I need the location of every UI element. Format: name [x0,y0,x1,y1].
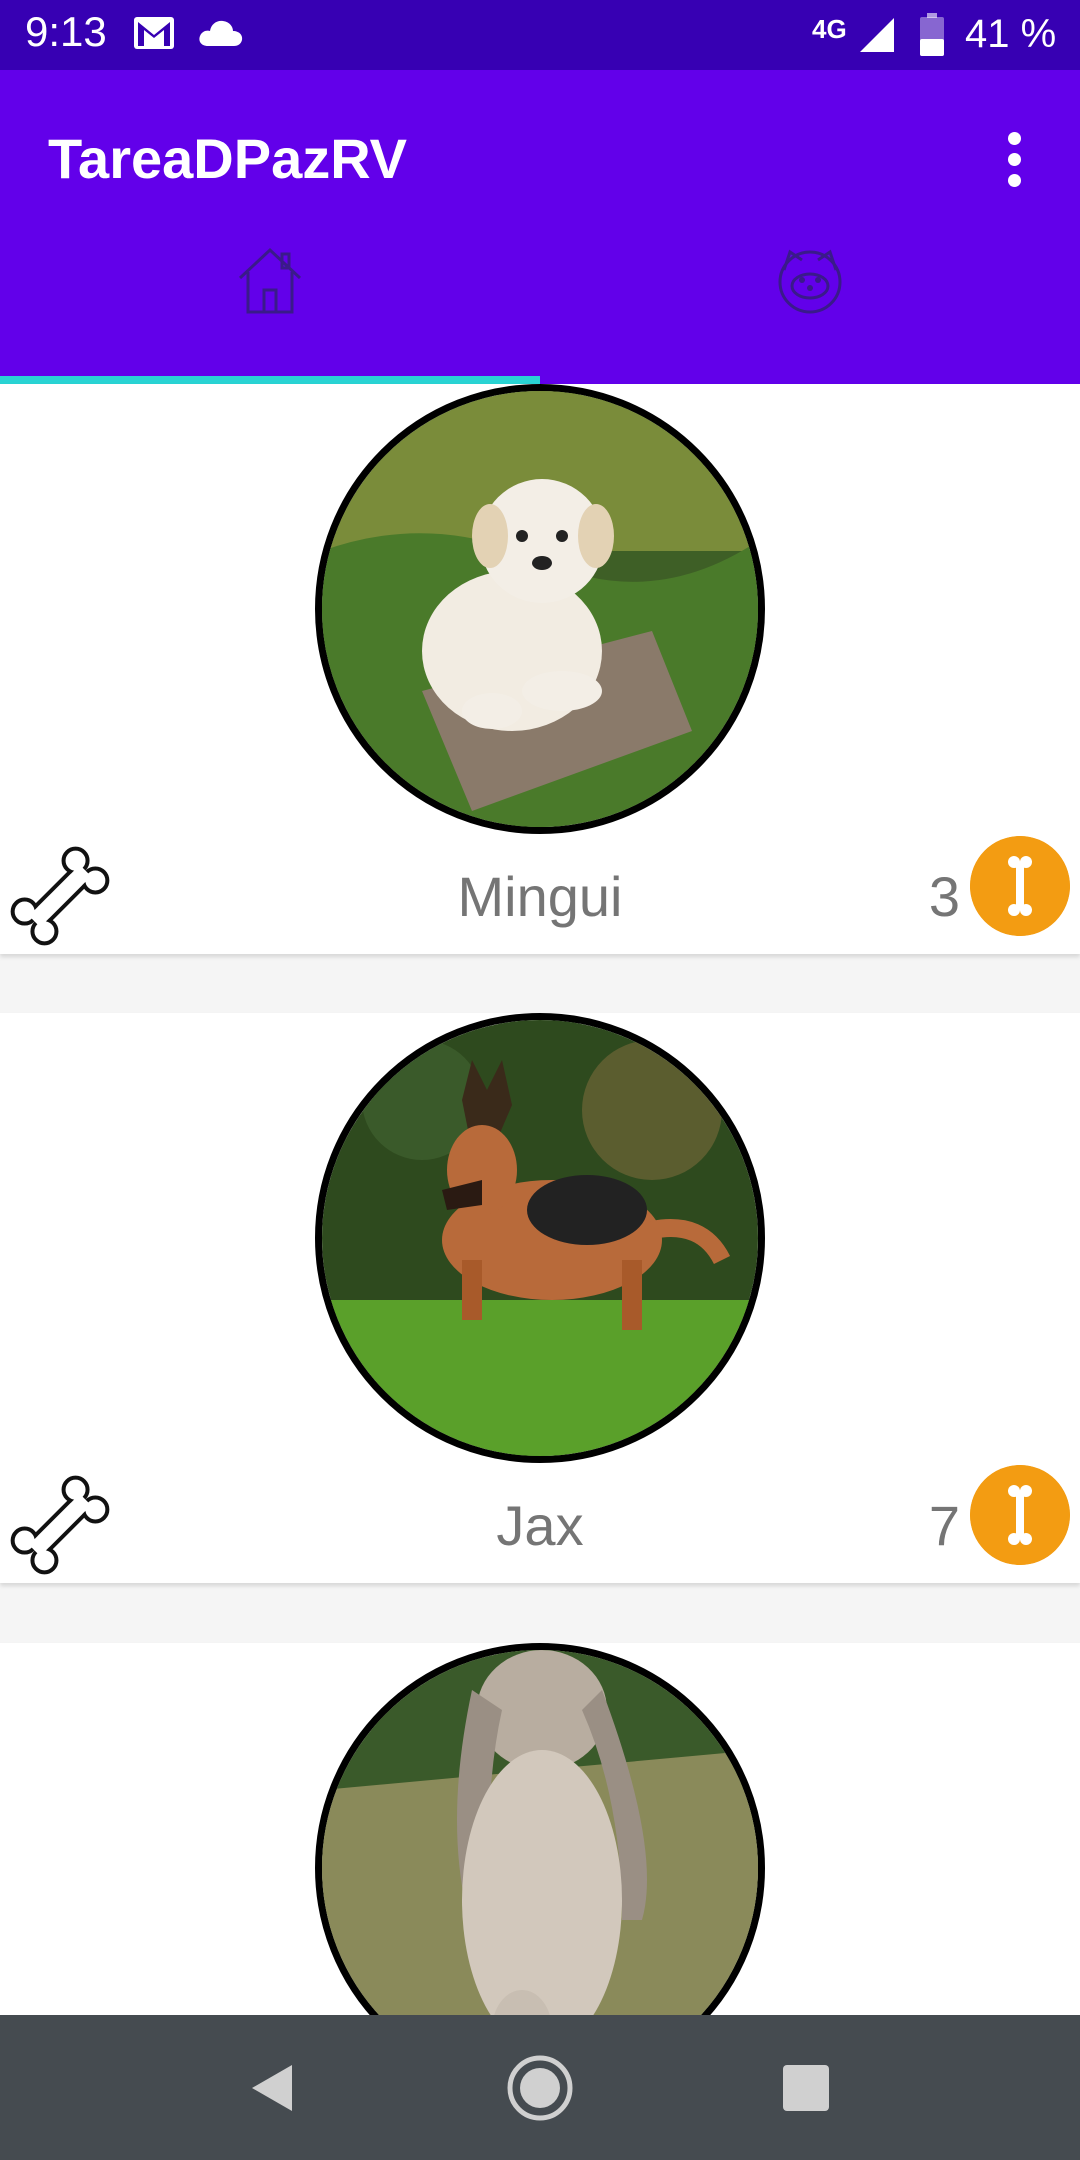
network-type: 4G [812,14,847,44]
pet-name: Jax [496,1494,584,1557]
app-screen: 9:13 4G 41 % TareaDPazRV Mingui 3 Jax 7 [0,0,1080,2160]
cloud-icon [199,20,243,46]
gmail-icon [134,17,174,49]
bone-like-button[interactable] [0,1465,120,1585]
pet-photo-puppy [315,384,765,834]
home-button-icon[interactable] [505,2053,575,2123]
tab-home[interactable] [0,240,540,384]
home-icon [238,247,302,314]
battery-icon [920,13,944,56]
system-nav-bar [0,2015,1080,2160]
likes-count: 7 [928,1494,960,1557]
pet-photo-german-shepherd [315,1013,765,1463]
recents-icon[interactable] [771,2053,841,2123]
signal-icon [860,18,894,52]
pet-name: Mingui [457,865,623,928]
tab-pet-profile[interactable] [540,240,1080,384]
app-title: TareaDPazRV [48,127,407,190]
battery-percent: 41 % [965,12,1057,56]
pet-card: Jax 7 [0,1013,1080,1583]
dog-face-icon [778,249,842,314]
status-bar: 9:13 4G 41 % [0,0,1080,70]
more-vert-icon[interactable] [1000,128,1028,198]
status-time: 9:13 [25,8,107,55]
bone-like-button[interactable] [0,836,120,956]
bone-rating-icon [970,836,1070,936]
likes-count: 3 [928,865,960,928]
back-icon[interactable] [236,2053,306,2123]
app-bar: TareaDPazRV [0,70,1080,384]
tab-indicator [0,376,540,384]
bone-rating-icon [970,1465,1070,1565]
pet-card: Mingui 3 [0,384,1080,954]
